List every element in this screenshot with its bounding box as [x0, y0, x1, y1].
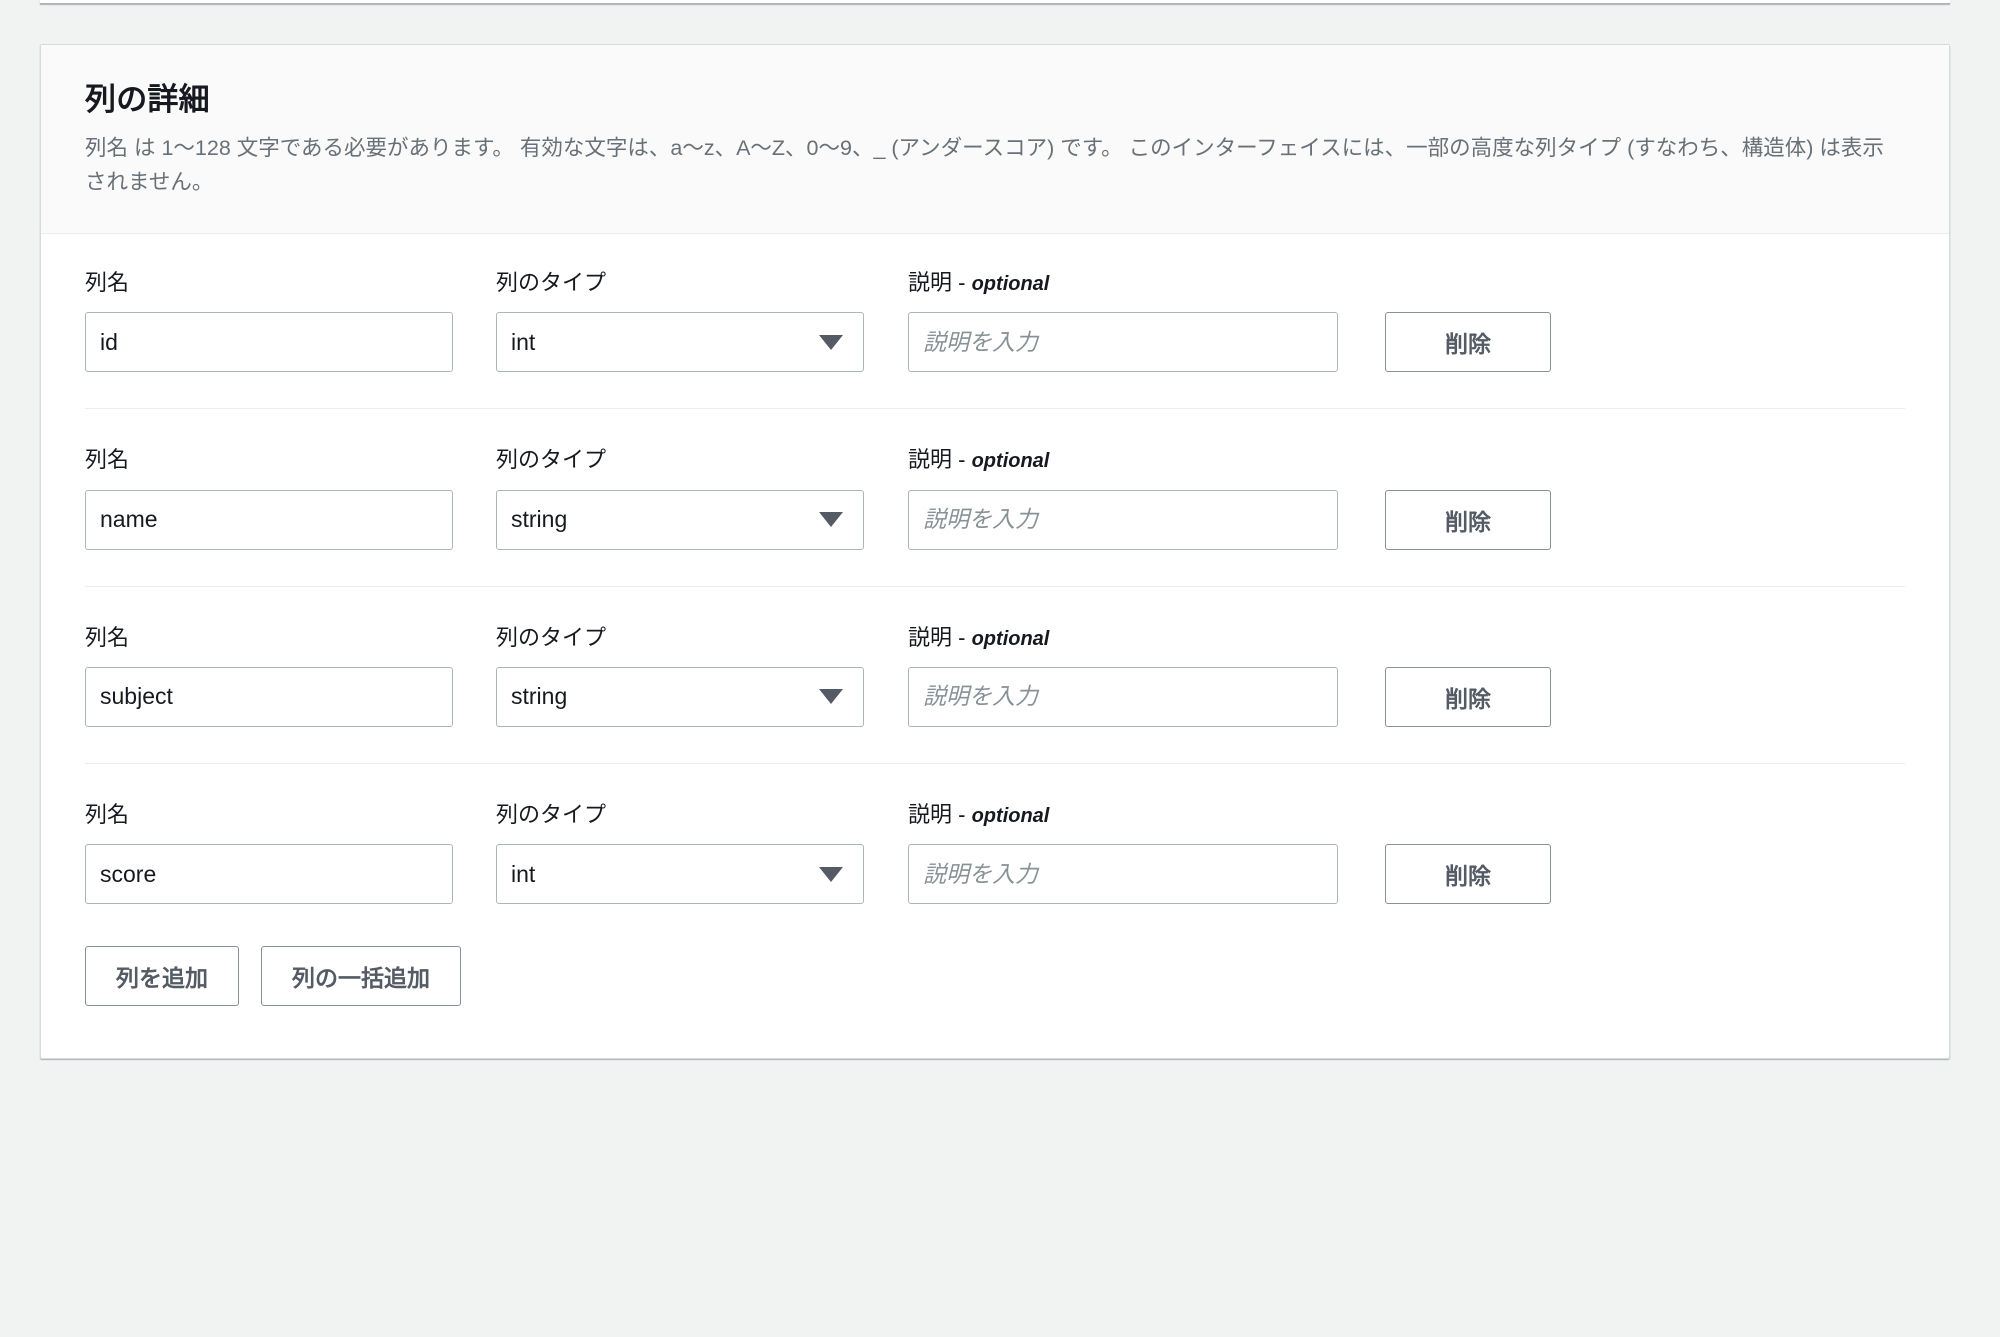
column-name-input[interactable] [85, 666, 453, 727]
column-type-field: 列のタイプ int [496, 269, 864, 373]
column-description-label: 説明 - optional [908, 447, 1050, 473]
column-type-select[interactable]: int [496, 844, 864, 905]
column-description-field: 説明 - optional [908, 625, 1338, 727]
column-type-label: 列のタイプ [496, 447, 607, 473]
column-name-field: 列名 [85, 447, 453, 550]
column-type-field: 列のタイプ int [496, 801, 864, 905]
column-description-field: 説明 - optional [908, 801, 1338, 905]
column-type-label: 列のタイプ [496, 801, 607, 827]
column-name-label: 列名 [85, 624, 130, 650]
add-column-button[interactable]: 列を追加 [85, 946, 239, 1007]
chevron-down-icon [819, 512, 843, 528]
column-description-input[interactable] [908, 844, 1338, 905]
delete-column-button[interactable]: 削除 [1385, 844, 1551, 905]
delete-column-button[interactable]: 削除 [1385, 489, 1551, 550]
column-description-label: 説明 - optional [908, 801, 1050, 827]
column-description-input[interactable] [908, 312, 1338, 373]
delete-column-button[interactable]: 削除 [1385, 312, 1551, 373]
column-name-label: 列名 [85, 447, 130, 473]
column-description-label: 説明 - optional [908, 269, 1050, 295]
column-name-field: 列名 [85, 625, 453, 727]
column-type-select-wrapper: string [496, 666, 864, 727]
form-actions: 列を追加 列の一括追加 [85, 940, 1905, 1058]
chevron-down-icon [819, 334, 843, 350]
column-type-select-wrapper: int [496, 312, 864, 373]
row-actions: 削除 [1385, 844, 1551, 905]
column-type-select-wrapper: int [496, 844, 864, 905]
column-name-input[interactable] [85, 489, 453, 550]
column-name-input[interactable] [85, 312, 453, 373]
row-actions: 削除 [1385, 312, 1551, 373]
column-description-input[interactable] [908, 666, 1338, 727]
column-type-field: 列のタイプ string [496, 625, 864, 727]
column-name-label: 列名 [85, 269, 130, 295]
column-description-field: 説明 - optional [908, 447, 1338, 550]
column-type-select-wrapper: string [496, 489, 864, 550]
column-name-label: 列名 [85, 801, 130, 827]
previous-card-bottom-edge [40, 0, 1950, 4]
delete-column-button[interactable]: 削除 [1385, 666, 1551, 727]
chevron-down-icon [819, 689, 843, 705]
column-description-field: 説明 - optional [908, 269, 1338, 373]
column-name-field: 列名 [85, 269, 453, 373]
table-row: 列名 列のタイプ string 説明 - optional 削除 [85, 408, 1905, 585]
table-row: 列名 列のタイプ int 説明 - optional 削除 [85, 762, 1905, 940]
column-type-select[interactable]: string [496, 666, 864, 727]
card-description: 列名 は 1〜128 文字である必要があります。 有効な文字は、a〜z、A〜Z、… [85, 136, 1884, 194]
column-description-label: 説明 - optional [908, 624, 1050, 650]
column-type-selected-value: int [511, 860, 536, 887]
chevron-down-icon [819, 866, 843, 882]
row-actions: 削除 [1385, 489, 1551, 550]
column-type-select[interactable]: string [496, 489, 864, 550]
column-type-label: 列のタイプ [496, 624, 607, 650]
column-type-field: 列のタイプ string [496, 447, 864, 550]
row-actions: 削除 [1385, 666, 1551, 727]
column-type-selected-value: int [511, 328, 536, 355]
column-type-select[interactable]: int [496, 312, 864, 373]
table-row: 列名 列のタイプ string 説明 - optional 削除 [85, 585, 1905, 763]
column-type-selected-value: string [511, 683, 568, 710]
page-title: 列の詳細 [85, 82, 210, 117]
bulk-add-columns-button[interactable]: 列の一括追加 [261, 946, 461, 1007]
table-row: 列名 列のタイプ int 説明 - optional 削除 [85, 234, 1905, 408]
card-body: 列名 列のタイプ int 説明 - optional 削除 [41, 234, 1949, 1059]
column-type-label: 列のタイプ [496, 269, 607, 295]
card-header: 列の詳細 列名 は 1〜128 文字である必要があります。 有効な文字は、a〜z… [41, 45, 1949, 234]
column-details-card: 列の詳細 列名 は 1〜128 文字である必要があります。 有効な文字は、a〜z… [40, 44, 1950, 1060]
column-name-input[interactable] [85, 844, 453, 905]
column-description-input[interactable] [908, 489, 1338, 550]
column-name-field: 列名 [85, 801, 453, 905]
column-type-selected-value: string [511, 506, 568, 533]
